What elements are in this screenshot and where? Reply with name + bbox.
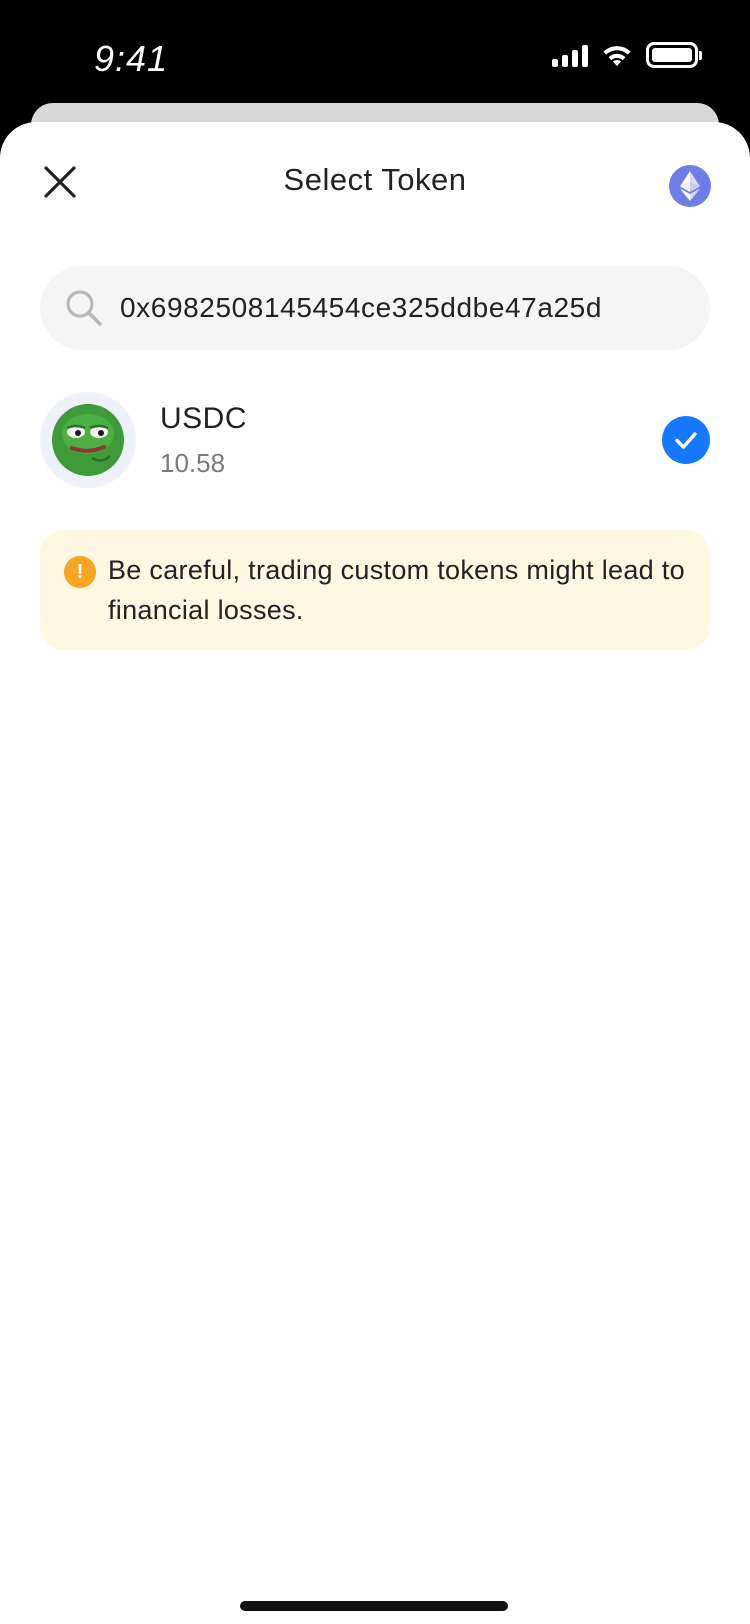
custom-token-warning: ! Be careful, trading custom tokens migh… xyxy=(40,530,710,650)
screen: 9:41 Select Token 0x6982508145454ce325dd… xyxy=(0,0,750,1624)
wifi-icon xyxy=(603,46,631,66)
cellular-signal-icon xyxy=(552,43,588,67)
battery-icon xyxy=(646,42,702,68)
status-time: 9:41 xyxy=(94,38,169,79)
search-icon xyxy=(64,288,104,328)
pepe-frog-icon xyxy=(52,404,124,476)
token-symbol: USDC xyxy=(160,402,248,435)
token-row[interactable]: USDC 10.58 xyxy=(40,392,710,488)
page-title: Select Token xyxy=(283,162,467,197)
selected-check-icon xyxy=(662,416,710,464)
network-selector-button[interactable] xyxy=(669,165,711,207)
ethereum-icon xyxy=(680,171,700,201)
sheet-header: Select Token xyxy=(0,122,750,242)
select-token-sheet: Select Token 0x6982508145454ce325ddbe47a… xyxy=(0,122,750,1624)
search-input[interactable] xyxy=(120,266,700,350)
status-icons xyxy=(552,42,702,68)
home-indicator[interactable] xyxy=(240,1601,508,1611)
warning-text: Be careful, trading custom tokens might … xyxy=(108,555,685,625)
exclamation-icon: ! xyxy=(64,556,96,588)
status-bar: 9:41 xyxy=(0,0,750,100)
search-bar[interactable] xyxy=(40,266,710,350)
token-balance: 10.58 xyxy=(160,448,226,478)
token-avatar xyxy=(40,392,136,488)
